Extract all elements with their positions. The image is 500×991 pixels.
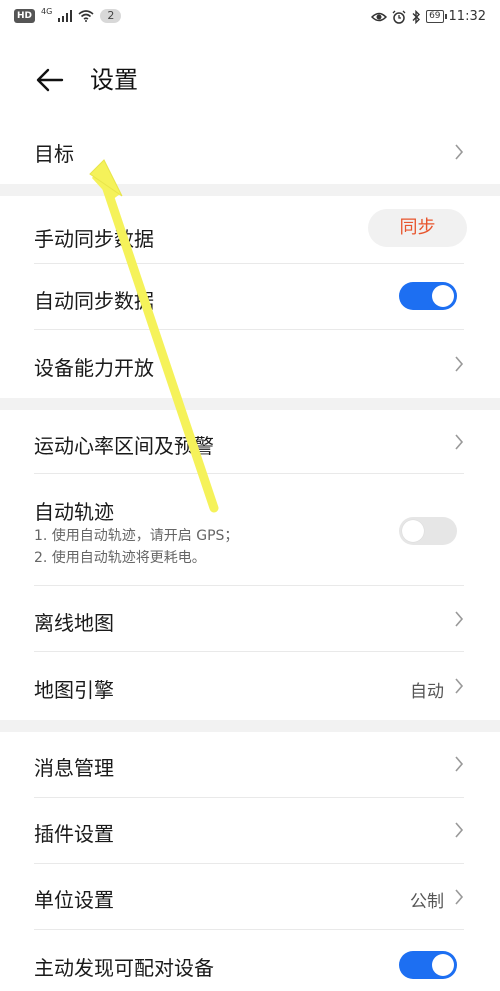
row-unit-settings-label: 单位设置 — [34, 888, 114, 912]
chevron-right-icon — [455, 678, 464, 694]
sync-button[interactable]: 同步 — [368, 209, 467, 247]
chevron-right-icon — [455, 356, 464, 372]
alarm-icon — [392, 10, 406, 24]
auto-sync-toggle[interactable] — [399, 282, 457, 310]
row-unit-settings[interactable]: 单位设置 公制 — [0, 864, 500, 930]
status-right: 69 11:32 — [371, 9, 486, 24]
row-goal[interactable]: 目标 — [0, 120, 500, 184]
network-type: 4G — [41, 6, 53, 16]
status-left: HD 4G 2 — [14, 6, 122, 23]
notification-count-badge: 2 — [100, 9, 122, 23]
row-plugin-settings-label: 插件设置 — [34, 822, 114, 846]
row-auto-sync: 自动同步数据 — [0, 264, 500, 330]
map-engine-value: 自动 — [410, 682, 444, 702]
row-map-engine-label: 地图引擎 — [34, 678, 114, 702]
row-message-management[interactable]: 消息管理 — [0, 732, 500, 798]
row-auto-track: 自动轨迹 1. 使用自动轨迹，请开启 GPS； 2. 使用自动轨迹将更耗电。 — [0, 474, 500, 586]
status-time: 11:32 — [448, 9, 486, 24]
row-heart-rate[interactable]: 运动心率区间及预警 — [0, 410, 500, 474]
section-gap — [0, 184, 500, 196]
battery-icon: 69 — [426, 10, 448, 23]
row-device-capability-label: 设备能力开放 — [34, 356, 154, 380]
chevron-right-icon — [455, 611, 464, 627]
row-discover-devices: 主动发现可配对设备 — [0, 930, 500, 991]
row-plugin-settings[interactable]: 插件设置 — [0, 798, 500, 864]
auto-track-toggle[interactable] — [399, 517, 457, 545]
discover-devices-toggle[interactable] — [399, 951, 457, 979]
back-arrow-icon[interactable] — [34, 64, 66, 96]
row-message-management-label: 消息管理 — [34, 756, 114, 780]
row-heart-rate-label: 运动心率区间及预警 — [34, 434, 214, 458]
eye-icon — [371, 12, 388, 21]
chevron-right-icon — [455, 144, 464, 160]
wifi-icon — [78, 10, 94, 22]
chevron-right-icon — [455, 822, 464, 838]
chevron-right-icon — [455, 889, 464, 905]
page-title: 设置 — [90, 66, 138, 94]
row-auto-sync-label: 自动同步数据 — [34, 289, 154, 313]
status-bar: HD 4G 2 69 11:32 — [0, 0, 500, 40]
unit-settings-value: 公制 — [410, 892, 444, 912]
row-map-engine[interactable]: 地图引擎 自动 — [0, 652, 500, 720]
section-gap — [0, 398, 500, 410]
row-manual-sync: 手动同步数据 同步 — [0, 196, 500, 264]
chevron-right-icon — [455, 756, 464, 772]
signal-icon — [58, 10, 73, 22]
row-discover-devices-label: 主动发现可配对设备 — [34, 956, 214, 980]
auto-track-desc-1: 1. 使用自动轨迹，请开启 GPS； — [34, 528, 239, 544]
row-offline-map[interactable]: 离线地图 — [0, 586, 500, 652]
chevron-right-icon — [455, 434, 464, 450]
app-header: 设置 — [0, 50, 500, 110]
row-goal-label: 目标 — [34, 142, 74, 166]
section-gap — [0, 720, 500, 732]
row-manual-sync-label: 手动同步数据 — [34, 227, 154, 251]
hd-icon: HD — [14, 9, 36, 23]
row-offline-map-label: 离线地图 — [34, 611, 114, 635]
auto-track-desc-2: 2. 使用自动轨迹将更耗电。 — [34, 550, 206, 566]
bluetooth-icon — [412, 9, 421, 24]
row-device-capability[interactable]: 设备能力开放 — [0, 330, 500, 398]
row-auto-track-label: 自动轨迹 — [34, 500, 114, 524]
